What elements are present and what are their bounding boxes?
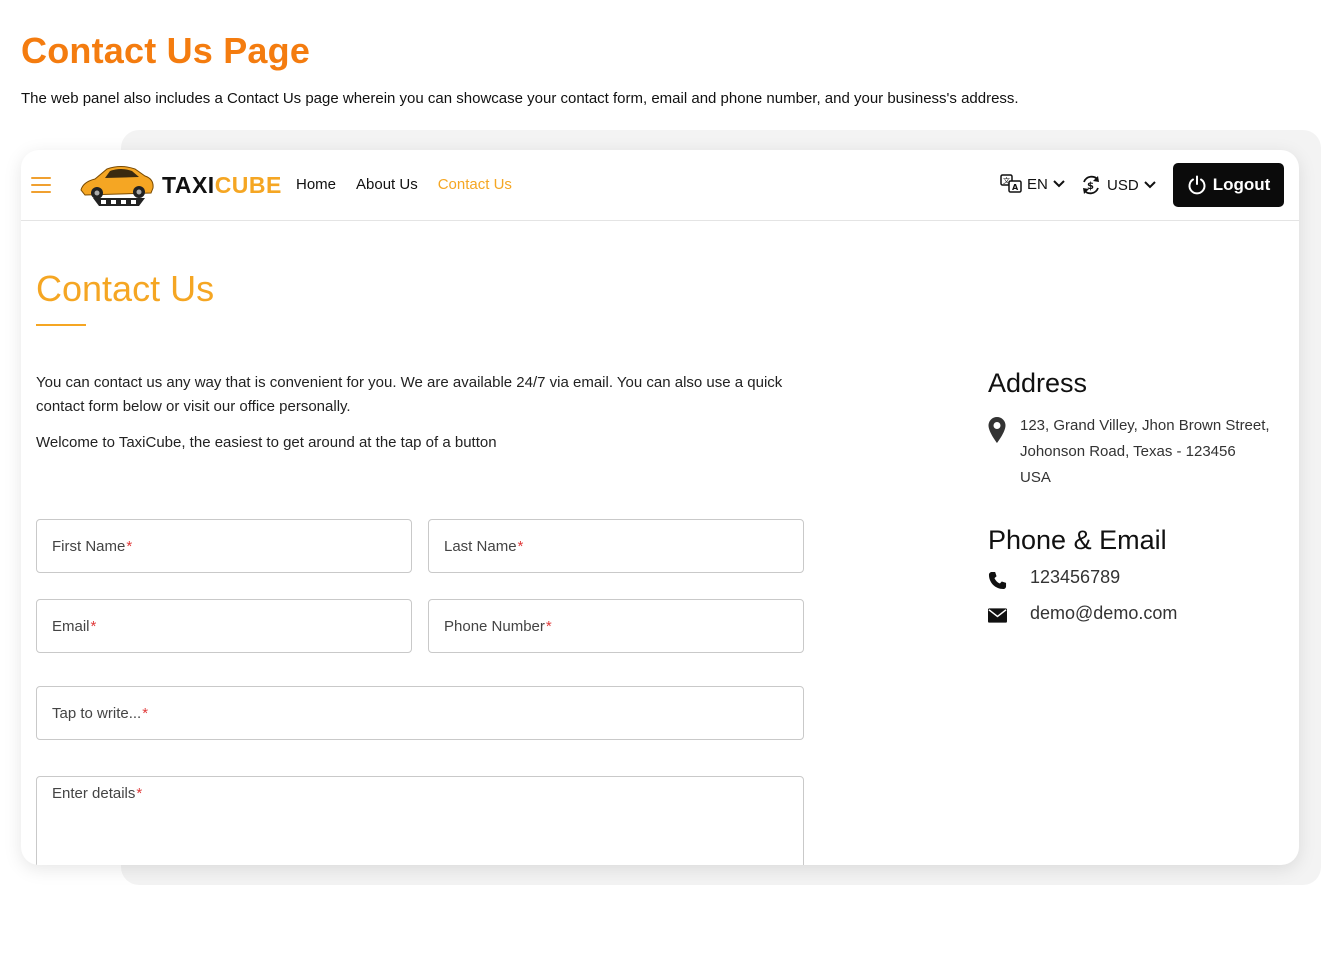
language-selector[interactable]: 文 A EN <box>1000 174 1065 194</box>
details-textarea[interactable]: Enter details * <box>36 776 804 865</box>
last-name-field[interactable]: Last Name * <box>428 519 804 573</box>
nav-link-contact-us[interactable]: Contact Us <box>438 176 512 193</box>
address-text: 123, Grand Villey, Jhon Brown Street, Jo… <box>1020 413 1295 491</box>
menu-icon[interactable] <box>31 177 51 193</box>
brand-logo-part1: TAXI <box>162 172 215 198</box>
first-name-placeholder: First Name <box>52 537 126 555</box>
nav-link-home[interactable]: Home <box>296 176 336 193</box>
power-icon <box>1188 175 1206 195</box>
currency-exchange-icon: $ <box>1083 175 1099 195</box>
location-pin-icon <box>988 417 1006 443</box>
required-mark: * <box>545 617 552 635</box>
phone-number-placeholder: Phone Number <box>444 617 545 635</box>
page-description: The web panel also includes a Contact Us… <box>21 90 1019 107</box>
address-line1: 123, Grand Villey, Jhon Brown Street, <box>1020 417 1270 434</box>
contact-intro: You can contact us any way that is conve… <box>36 374 783 415</box>
chevron-down-icon <box>1053 180 1065 188</box>
required-mark: * <box>126 537 133 555</box>
navbar: TAXICUBE Home About Us Contact Us 文 A EN <box>21 150 1299 221</box>
required-mark: * <box>517 537 524 555</box>
brand-logo-part2: CUBE <box>214 172 282 198</box>
phone-number[interactable]: 123456789 <box>1030 567 1120 588</box>
phone-icon <box>988 571 1007 590</box>
last-name-placeholder: Last Name <box>444 537 517 555</box>
page-heading: Contact Us Page <box>21 30 311 71</box>
app-screenshot-frame: TAXICUBE Home About Us Contact Us 文 A EN <box>21 150 1299 865</box>
address-line3: USA <box>1020 469 1051 486</box>
email-placeholder: Email <box>52 617 90 635</box>
subject-field[interactable]: Tap to write... * <box>36 686 804 740</box>
details-placeholder: Enter details <box>52 785 136 802</box>
chevron-down-icon <box>1143 181 1156 189</box>
title-underline <box>36 324 86 326</box>
translate-icon: 文 A <box>1000 174 1022 193</box>
phone-email-title: Phone & Email <box>988 525 1167 555</box>
svg-text:文: 文 <box>1003 176 1010 185</box>
address-line2: Johonson Road, Texas - 123456 <box>1020 443 1236 460</box>
brand-logo[interactable]: TAXICUBE <box>162 172 282 199</box>
svg-text:$: $ <box>1087 181 1094 192</box>
required-mark: * <box>90 617 97 635</box>
required-mark: * <box>142 704 149 722</box>
mail-icon <box>988 608 1007 623</box>
contact-title: Contact Us <box>36 268 215 309</box>
svg-text:A: A <box>1012 183 1019 192</box>
nav-link-about-us[interactable]: About Us <box>356 176 418 193</box>
currency-selector[interactable]: $ USD <box>1080 174 1156 196</box>
phone-number-field[interactable]: Phone Number * <box>428 599 804 653</box>
nav-links: Home About Us Contact Us <box>296 176 512 193</box>
subject-placeholder: Tap to write... <box>52 704 142 722</box>
required-mark: * <box>136 785 143 802</box>
email-field[interactable]: Email * <box>36 599 412 653</box>
contact-welcome: Welcome to TaxiCube, the easiest to get … <box>36 434 497 451</box>
email-address[interactable]: demo@demo.com <box>1030 603 1177 624</box>
logout-label: Logout <box>1212 175 1271 194</box>
taxi-logo-icon <box>80 166 154 206</box>
language-value: EN <box>1027 175 1048 193</box>
address-title: Address <box>988 368 1088 398</box>
logout-button[interactable]: Logout <box>1173 163 1284 207</box>
first-name-field[interactable]: First Name * <box>36 519 412 573</box>
currency-value: USD <box>1107 176 1139 194</box>
